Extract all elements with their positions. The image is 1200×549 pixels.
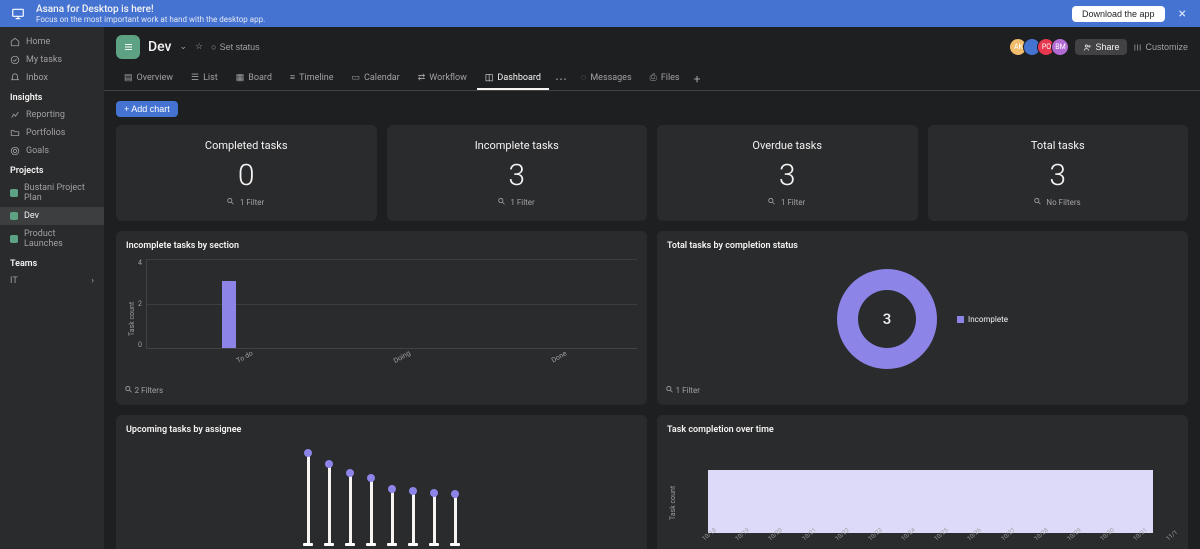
- message-icon: ◌: [581, 72, 586, 83]
- x-axis: 10/1810/1910/2010/2110/2210/2310/2410/25…: [679, 537, 1178, 544]
- sidebar-reporting[interactable]: Reporting: [0, 106, 104, 124]
- legend-incomplete: Incomplete: [957, 315, 1008, 324]
- people-icon: [1083, 43, 1092, 52]
- tab-workflow[interactable]: ⇄Workflow: [410, 68, 475, 90]
- x-axis: To do Doing Done: [146, 353, 637, 361]
- stat-card-total[interactable]: Total tasks 3 No Filters: [928, 125, 1189, 221]
- filter-indicator: No Filters: [942, 197, 1175, 207]
- y-axis-label: Task count: [667, 443, 679, 549]
- close-banner-icon[interactable]: ×: [1175, 6, 1190, 22]
- desktop-icon: [10, 6, 26, 22]
- sidebar-team-it[interactable]: IT ›: [0, 272, 104, 290]
- area-fill: [708, 470, 1154, 533]
- project-color-dot: [10, 189, 18, 197]
- set-status-button[interactable]: ○ Set status: [211, 42, 259, 52]
- tab-calendar[interactable]: ▭Calendar: [344, 68, 408, 90]
- insights-heading: Insights: [0, 87, 104, 106]
- bar-todo: [222, 281, 236, 348]
- workflow-icon: ⇄: [418, 73, 426, 83]
- sidebar: Home My tasks Inbox Insights Reporting P…: [0, 27, 104, 549]
- project-color-dot: [10, 212, 18, 220]
- banner-title: Asana for Desktop is here!: [36, 4, 1062, 15]
- home-icon: [10, 37, 20, 47]
- sidebar-portfolios[interactable]: Portfolios: [0, 124, 104, 142]
- customize-button[interactable]: Customize: [1133, 42, 1188, 52]
- y-axis-label: Task count: [126, 259, 138, 379]
- project-tabs: ▤Overview ☰List ▦Board ≡Timeline ▭Calend…: [104, 67, 1200, 91]
- donut-chart: 3: [837, 269, 937, 369]
- board-icon: ▦: [236, 73, 245, 83]
- file-icon: ⎙: [650, 73, 657, 83]
- calendar-icon: ▭: [352, 73, 361, 83]
- stat-card-incomplete[interactable]: Incomplete tasks 3 1 Filter: [387, 125, 648, 221]
- folder-icon: [10, 128, 20, 138]
- tab-list[interactable]: ☰List: [183, 68, 226, 90]
- dashboard-icon: ◫: [485, 73, 494, 83]
- chart-over-time[interactable]: Task completion over time Task count 10/…: [657, 415, 1188, 549]
- filter-indicator: 1 Filter: [401, 197, 634, 207]
- chart-by-status[interactable]: Total tasks by completion status 3 Incom…: [657, 231, 1188, 405]
- star-icon[interactable]: ☆: [195, 42, 203, 52]
- member-avatars[interactable]: AK PO BM: [1013, 38, 1069, 56]
- share-button[interactable]: Share: [1075, 39, 1127, 55]
- chevron-down-icon[interactable]: ⌄: [180, 42, 188, 52]
- chart-icon: [10, 110, 20, 120]
- banner-subtitle: Focus on the most important work at hand…: [36, 15, 1062, 24]
- stat-card-completed[interactable]: Completed tasks 0 1 Filter: [116, 125, 377, 221]
- add-tab-icon[interactable]: +: [690, 72, 705, 86]
- desktop-banner: Asana for Desktop is here! Focus on the …: [0, 0, 1200, 27]
- lollipop-chart: [126, 443, 637, 543]
- project-icon[interactable]: [116, 35, 140, 59]
- filter-indicator: 1 Filter: [130, 197, 363, 207]
- sidebar-project-product-launches[interactable]: Product Launches: [0, 225, 104, 253]
- doc-icon: ▤: [124, 73, 133, 83]
- tab-board[interactable]: ▦Board: [228, 68, 280, 90]
- download-app-button[interactable]: Download the app: [1072, 6, 1165, 22]
- teams-heading: Teams: [0, 253, 104, 272]
- add-chart-button[interactable]: + Add chart: [116, 101, 178, 117]
- bell-icon: [10, 73, 20, 83]
- sidebar-inbox[interactable]: Inbox: [0, 69, 104, 87]
- sliders-icon: [1133, 43, 1142, 52]
- sidebar-goals[interactable]: Goals: [0, 142, 104, 160]
- timeline-icon: ≡: [290, 72, 295, 83]
- chart-by-assignee[interactable]: Upcoming tasks by assignee: [116, 415, 647, 549]
- chart-incomplete-by-section[interactable]: Incomplete tasks by section Task count 4…: [116, 231, 647, 405]
- list-icon: ☰: [191, 73, 199, 83]
- tab-timeline[interactable]: ≡Timeline: [282, 67, 342, 90]
- y-axis: 4 2 0: [138, 259, 146, 349]
- tab-dashboard[interactable]: ◫Dashboard: [477, 68, 549, 90]
- sidebar-project-bustani[interactable]: Bustani Project Plan: [0, 179, 104, 207]
- chevron-right-icon: ›: [91, 276, 94, 286]
- sidebar-my-tasks[interactable]: My tasks: [0, 51, 104, 69]
- tab-files[interactable]: ⎙Files: [642, 68, 688, 90]
- avatar[interactable]: BM: [1051, 38, 1069, 56]
- target-icon: [10, 146, 20, 156]
- list-icon: [122, 41, 134, 53]
- tab-overview[interactable]: ▤Overview: [116, 68, 181, 90]
- check-circle-icon: [10, 55, 20, 65]
- tab-more-icon[interactable]: ⋯: [551, 72, 571, 86]
- project-header: Dev ⌄ ☆ ○ Set status AK PO BM Share Cust…: [104, 27, 1200, 67]
- sidebar-home[interactable]: Home: [0, 33, 104, 51]
- stat-card-overdue[interactable]: Overdue tasks 3 1 Filter: [657, 125, 918, 221]
- project-name: Dev: [148, 39, 172, 55]
- project-color-dot: [10, 235, 18, 243]
- tab-messages[interactable]: ◌Messages: [573, 67, 640, 90]
- projects-heading: Projects: [0, 160, 104, 179]
- sidebar-project-dev[interactable]: Dev: [0, 207, 104, 225]
- filter-indicator: 1 Filter: [671, 197, 904, 207]
